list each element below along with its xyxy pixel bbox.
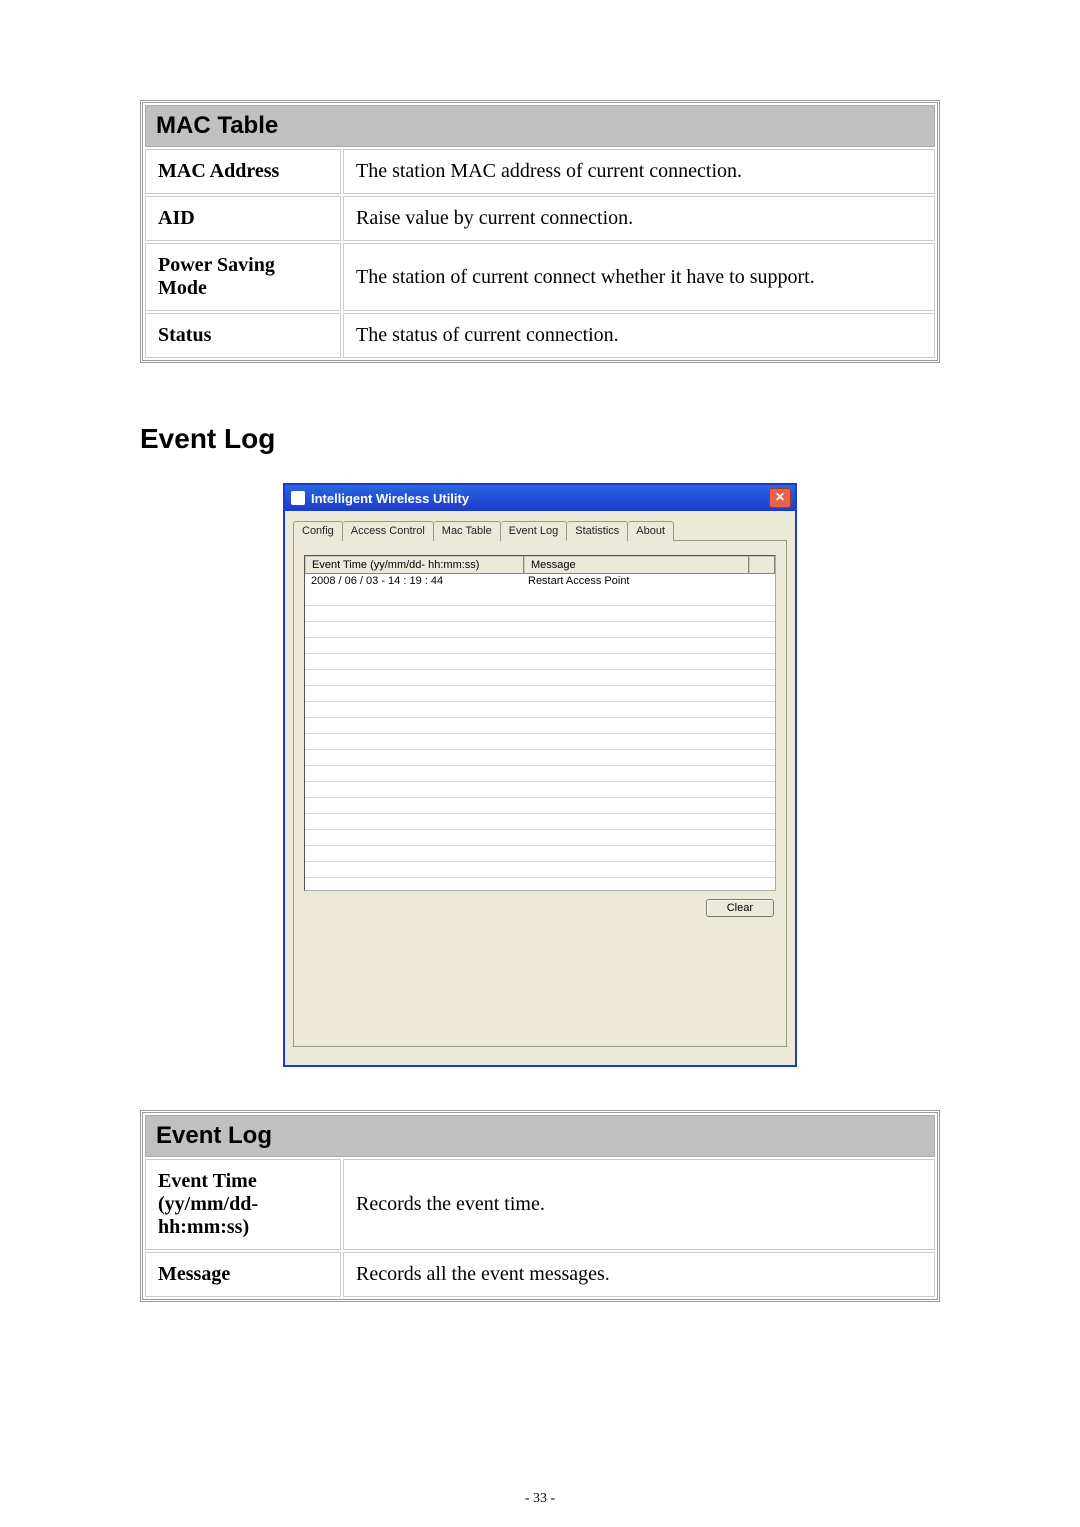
col-event-time[interactable]: Event Time (yy/mm/dd- hh:mm:ss) bbox=[305, 556, 524, 574]
close-button[interactable]: ✕ bbox=[769, 488, 791, 508]
tab-about[interactable]: About bbox=[628, 521, 674, 541]
row-label: Power Saving Mode bbox=[145, 243, 341, 311]
event-log-title: Event Log bbox=[145, 1115, 935, 1157]
col-end bbox=[749, 556, 775, 574]
table-row: Status The status of current connection. bbox=[145, 313, 935, 358]
utility-window: Intelligent Wireless Utility ✕ Config Ac… bbox=[285, 485, 795, 1065]
row-label: Status bbox=[145, 313, 341, 358]
utility-title: Intelligent Wireless Utility bbox=[311, 491, 469, 506]
row-label: MAC Address bbox=[145, 149, 341, 194]
row-desc: Raise value by current connection. bbox=[343, 196, 935, 241]
tab-event-log[interactable]: Event Log bbox=[501, 521, 568, 541]
row-desc: The status of current connection. bbox=[343, 313, 935, 358]
log-message: Restart Access Point bbox=[522, 574, 775, 588]
row-desc: The station of current connect whether i… bbox=[343, 243, 935, 311]
row-desc: Records the event time. bbox=[343, 1159, 935, 1250]
row-desc: Records all the event messages. bbox=[343, 1252, 935, 1297]
tab-config[interactable]: Config bbox=[293, 521, 343, 541]
clear-button[interactable]: Clear bbox=[706, 899, 774, 917]
log-column-headers: Event Time (yy/mm/dd- hh:mm:ss) Message bbox=[305, 556, 775, 574]
mac-table-title: MAC Table bbox=[145, 105, 935, 147]
row-desc: The station MAC address of current conne… bbox=[343, 149, 935, 194]
log-empty-grid bbox=[305, 590, 775, 890]
tab-access-control[interactable]: Access Control bbox=[343, 521, 434, 541]
table-row: Power Saving Mode The station of current… bbox=[145, 243, 935, 311]
title-bar: Intelligent Wireless Utility ✕ bbox=[285, 485, 795, 511]
row-label: AID bbox=[145, 196, 341, 241]
log-row[interactable]: 2008 / 06 / 03 - 14 : 19 : 44 Restart Ac… bbox=[305, 574, 775, 588]
page-number: - 33 - bbox=[0, 1491, 1080, 1507]
row-label-line2: (yy/mm/dd-hh:mm:ss) bbox=[158, 1193, 258, 1238]
col-message[interactable]: Message bbox=[524, 556, 749, 574]
event-log-table: Event Log Event Time (yy/mm/dd-hh:mm:ss)… bbox=[140, 1110, 940, 1302]
row-label-line1: Event Time bbox=[158, 1170, 257, 1192]
tab-mac-table[interactable]: Mac Table bbox=[434, 521, 501, 541]
mac-table: MAC Table MAC Address The station MAC ad… bbox=[140, 100, 940, 363]
event-log-list[interactable]: Event Time (yy/mm/dd- hh:mm:ss) Message … bbox=[304, 555, 776, 891]
row-label: Event Time (yy/mm/dd-hh:mm:ss) bbox=[145, 1159, 341, 1250]
page-title: Event Log bbox=[140, 423, 940, 455]
table-row: Message Records all the event messages. bbox=[145, 1252, 935, 1297]
table-row: MAC Address The station MAC address of c… bbox=[145, 149, 935, 194]
log-time: 2008 / 06 / 03 - 14 : 19 : 44 bbox=[305, 574, 522, 588]
close-icon: ✕ bbox=[775, 490, 785, 504]
table-row: AID Raise value by current connection. bbox=[145, 196, 935, 241]
tabs: Config Access Control Mac Table Event Lo… bbox=[293, 521, 787, 541]
tab-statistics[interactable]: Statistics bbox=[567, 521, 628, 541]
table-row: Event Time (yy/mm/dd-hh:mm:ss) Records t… bbox=[145, 1159, 935, 1250]
app-icon bbox=[291, 491, 305, 505]
row-label: Message bbox=[145, 1252, 341, 1297]
